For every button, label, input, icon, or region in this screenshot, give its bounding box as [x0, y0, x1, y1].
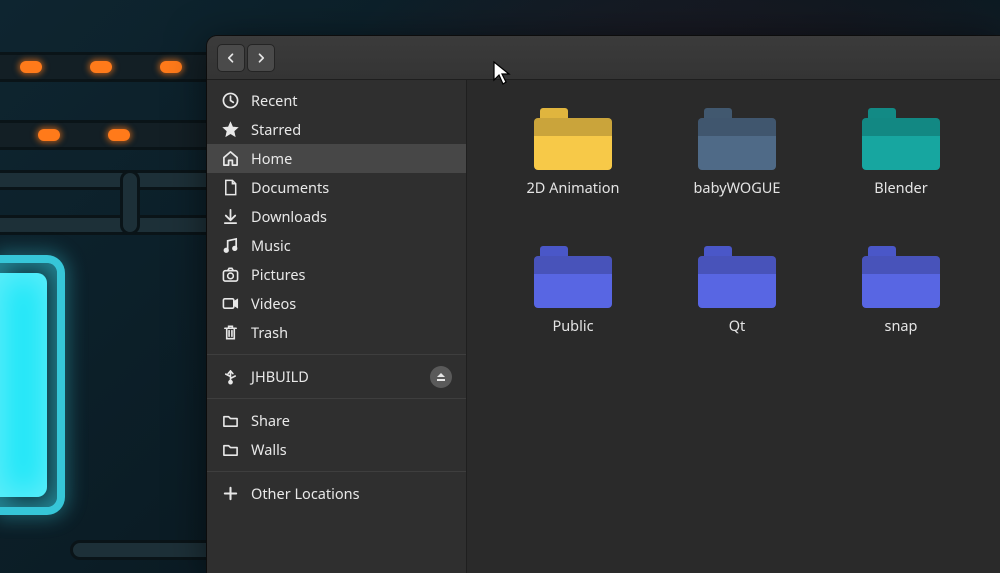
sidebar-item-starred[interactable]: Starred	[207, 115, 466, 144]
usb-icon	[221, 368, 239, 386]
folder-icon	[221, 441, 239, 459]
sidebar-item-label: Documents	[251, 178, 329, 198]
folder-icon	[221, 412, 239, 430]
sidebar-item-label: Starred	[251, 120, 301, 140]
music-icon	[221, 237, 239, 255]
folder-item[interactable]: Public	[493, 246, 653, 336]
doc-icon	[221, 179, 239, 197]
back-button[interactable]	[217, 44, 245, 72]
folder-item[interactable]: 2D Animation	[493, 108, 653, 198]
sidebar-item-jhbuild[interactable]: JHBUILD	[207, 362, 466, 391]
home-icon	[221, 150, 239, 168]
folder-name: snap	[885, 316, 918, 336]
camera-icon	[221, 266, 239, 284]
sidebar-item-label: Walls	[251, 440, 287, 460]
folder-name: Blender	[874, 178, 927, 198]
chevron-left-icon	[225, 52, 237, 64]
sidebar-item-home[interactable]: Home	[207, 144, 466, 173]
sidebar-item-trash[interactable]: Trash	[207, 318, 466, 347]
sidebar-separator	[207, 471, 466, 472]
folder-grid: 2D Animation babyWOGUE Blender Public Qt snap	[493, 108, 974, 336]
sidebar-separator	[207, 398, 466, 399]
forward-button[interactable]	[247, 44, 275, 72]
headerbar	[207, 36, 1000, 80]
folder-item[interactable]: Qt	[657, 246, 817, 336]
sidebar-item-pictures[interactable]: Pictures	[207, 260, 466, 289]
video-icon	[221, 295, 239, 313]
folder-icon	[862, 108, 940, 170]
folder-item[interactable]: snap	[821, 246, 981, 336]
folder-icon	[698, 108, 776, 170]
folder-icon	[534, 246, 612, 308]
sidebar-item-label: JHBUILD	[251, 367, 309, 387]
sidebar-item-label: Recent	[251, 91, 298, 111]
folder-item[interactable]: Blender	[821, 108, 981, 198]
sidebar-item-documents[interactable]: Documents	[207, 173, 466, 202]
sidebar-item-label: Pictures	[251, 265, 306, 285]
star-icon	[221, 121, 239, 139]
down-icon	[221, 208, 239, 226]
chevron-right-icon	[255, 52, 267, 64]
sidebar-item-label: Home	[251, 149, 292, 169]
file-manager-window: Recent Starred Home Documents Downloads Music…	[207, 36, 1000, 573]
sidebar-item-label: Videos	[251, 294, 296, 314]
sidebar-item-label: Downloads	[251, 207, 327, 227]
sidebar-item-downloads[interactable]: Downloads	[207, 202, 466, 231]
folder-icon	[698, 246, 776, 308]
folder-icon	[534, 108, 612, 170]
sidebar-item-music[interactable]: Music	[207, 231, 466, 260]
sidebar: Recent Starred Home Documents Downloads Music…	[207, 80, 467, 573]
sidebar-item-other[interactable]: Other Locations	[207, 479, 466, 508]
folder-icon	[862, 246, 940, 308]
sidebar-item-label: Other Locations	[251, 484, 360, 504]
sidebar-item-walls[interactable]: Walls	[207, 435, 466, 464]
clock-icon	[221, 92, 239, 110]
content-pane[interactable]: 2D Animation babyWOGUE Blender Public Qt snap	[467, 80, 1000, 573]
sidebar-separator	[207, 354, 466, 355]
sidebar-item-label: Share	[251, 411, 290, 431]
sidebar-item-recent[interactable]: Recent	[207, 86, 466, 115]
sidebar-item-label: Trash	[251, 323, 288, 343]
folder-name: babyWOGUE	[694, 178, 781, 198]
sidebar-item-videos[interactable]: Videos	[207, 289, 466, 318]
plus-icon	[221, 485, 239, 503]
sidebar-item-label: Music	[251, 236, 291, 256]
folder-item[interactable]: babyWOGUE	[657, 108, 817, 198]
trash-icon	[221, 324, 239, 342]
folder-name: Public	[552, 316, 593, 336]
sidebar-item-share[interactable]: Share	[207, 406, 466, 435]
eject-button[interactable]	[430, 366, 452, 388]
folder-name: Qt	[729, 316, 746, 336]
folder-name: 2D Animation	[526, 178, 619, 198]
